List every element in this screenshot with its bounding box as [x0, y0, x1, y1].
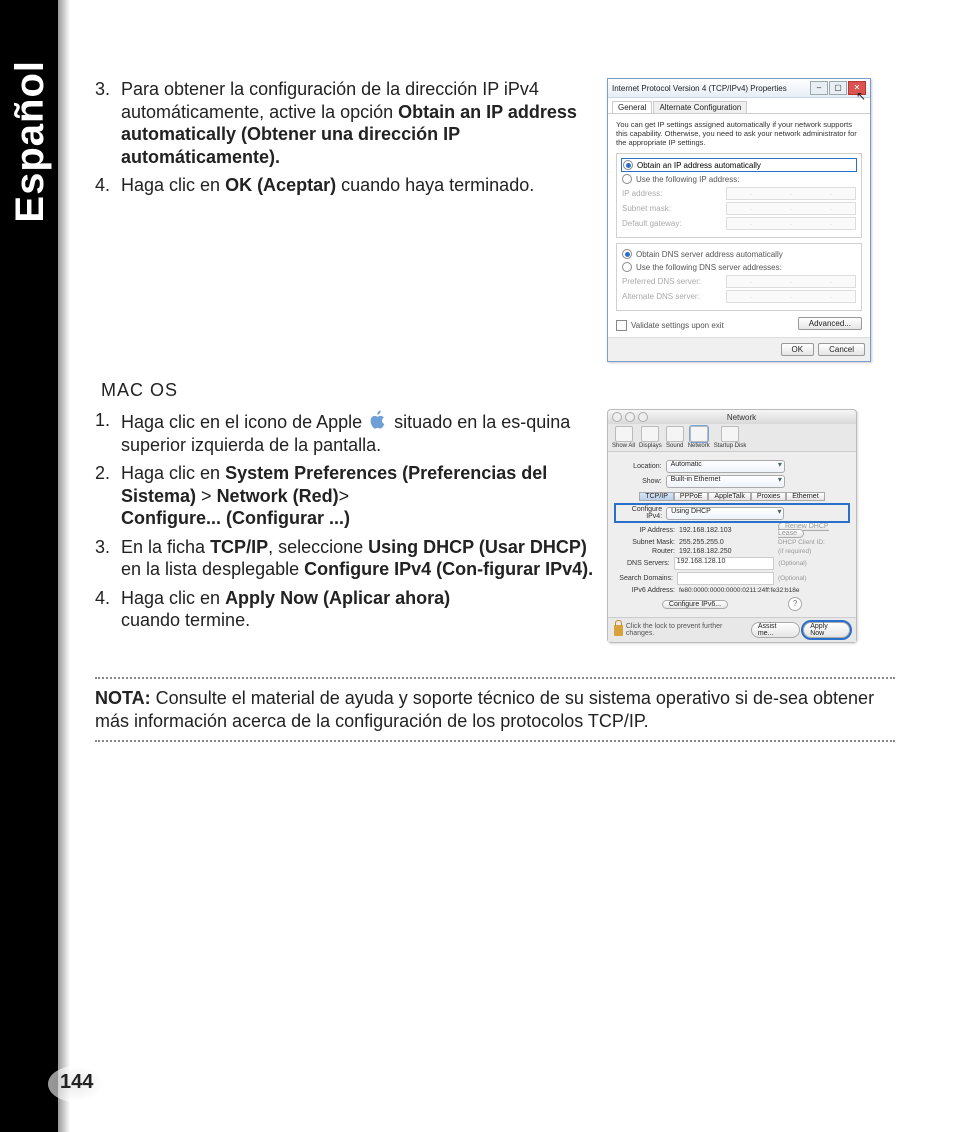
toolbar-sound[interactable]: Sound	[666, 426, 684, 449]
configure-ipv4-select[interactable]: Using DHCP	[666, 507, 784, 520]
radio-obtain-dns-auto[interactable]: Obtain DNS server address automatically	[622, 249, 856, 259]
toolbar-displays[interactable]: Displays	[639, 426, 662, 449]
ip-address-field[interactable]: ...	[726, 187, 856, 200]
mac-step-3: 3. En la ficha TCP/IP, seleccione Using …	[95, 536, 595, 581]
mac-window-title: Network	[631, 413, 852, 422]
radio-use-following-ip[interactable]: Use the following IP address:	[622, 174, 856, 184]
tab-pppoe[interactable]: PPPoE	[674, 492, 709, 501]
apple-logo-icon	[367, 409, 389, 431]
mac-step-4: 4. Haga clic en Apply Now (Aplicar ahora…	[95, 587, 595, 632]
windows-ipv4-dialog: Internet Protocol Version 4 (TCP/IPv4) P…	[607, 78, 871, 362]
mac-network-window: Network Show All Displays Sound Network …	[607, 409, 857, 643]
tab-proxies[interactable]: Proxies	[751, 492, 786, 501]
apply-now-button[interactable]: Apply Now	[803, 622, 850, 638]
tab-general[interactable]: General	[612, 101, 652, 113]
dialog-description: You can get IP settings assigned automat…	[616, 120, 862, 147]
note-block: NOTA: Consulte el material de ayuda y so…	[95, 677, 895, 742]
cancel-button[interactable]: Cancel	[818, 343, 865, 356]
note-label: NOTA:	[95, 688, 151, 708]
step-3: 3. Para obtener la configuración de la d…	[95, 78, 595, 168]
language-tab-label: Español	[8, 60, 53, 223]
subnet-mask-field[interactable]: ...	[726, 202, 856, 215]
preferred-dns-field[interactable]: ...	[726, 275, 856, 288]
macos-heading: MAC OS	[101, 380, 895, 401]
dns-servers-field[interactable]: 192.168.128.10	[674, 557, 775, 570]
step-4: 4. Haga clic en OK (Aceptar) cuando haya…	[95, 174, 595, 197]
renew-lease-button[interactable]: Renew DHCP Lease	[778, 522, 829, 538]
gateway-field[interactable]: ...	[726, 217, 856, 230]
maximize-button[interactable]: ▢	[829, 81, 847, 95]
page-content: 3. Para obtener la configuración de la d…	[95, 78, 895, 742]
toolbar-showall[interactable]: Show All	[612, 426, 635, 449]
lock-icon	[614, 625, 623, 636]
tab-alternate[interactable]: Alternate Configuration	[653, 101, 747, 113]
mac-step-1: 1. Haga clic en el icono de Apple situad…	[95, 409, 595, 456]
show-select[interactable]: Built-in Ethernet	[666, 475, 785, 488]
assist-me-button[interactable]: Assist me...	[751, 622, 800, 638]
tab-tcpip[interactable]: TCP/IP	[639, 492, 674, 501]
alternate-dns-field[interactable]: ...	[726, 290, 856, 303]
windows-steps: 3. Para obtener la configuración de la d…	[95, 78, 595, 197]
validate-checkbox[interactable]: Validate settings upon exit	[616, 320, 724, 331]
tab-appletalk[interactable]: AppleTalk	[708, 492, 750, 501]
configure-ipv6-button[interactable]: Configure IPv6...	[662, 600, 728, 609]
radio-obtain-ip-auto[interactable]: Obtain an IP address automatically	[622, 159, 856, 171]
ok-button[interactable]: OK	[781, 343, 815, 356]
location-select[interactable]: Automatic	[666, 460, 785, 473]
macos-steps: 1. Haga clic en el icono de Apple situad…	[95, 409, 595, 632]
minimize-button[interactable]: –	[810, 81, 828, 95]
page-number: 144	[60, 1071, 93, 1094]
lock-toggle[interactable]: Click the lock to prevent further change…	[614, 623, 751, 637]
radio-use-following-dns[interactable]: Use the following DNS server addresses:	[622, 262, 856, 272]
dialog-title: Internet Protocol Version 4 (TCP/IPv4) P…	[612, 84, 787, 93]
toolbar-network[interactable]: Network	[688, 426, 710, 449]
cursor-icon: ↖	[856, 89, 866, 103]
mac-step-2: 2. Haga clic en System Preferences (Pref…	[95, 462, 595, 530]
tab-ethernet[interactable]: Ethernet	[786, 492, 824, 501]
search-domains-field[interactable]	[677, 572, 774, 585]
traffic-light-close[interactable]	[612, 412, 622, 422]
toolbar-startup[interactable]: Startup Disk	[714, 426, 747, 449]
advanced-button[interactable]: Advanced...	[798, 317, 862, 330]
note-text: Consulte el material de ayuda y soporte …	[95, 688, 874, 731]
help-button[interactable]: ?	[788, 597, 802, 611]
